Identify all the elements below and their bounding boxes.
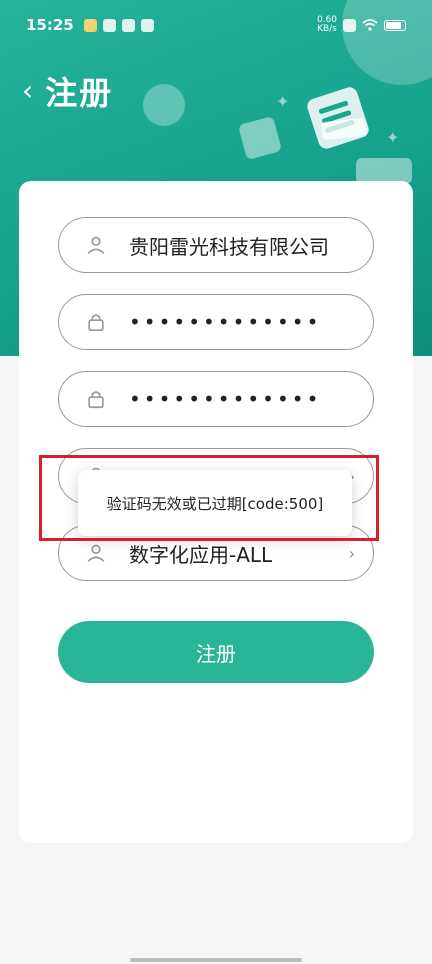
status-bar: 15:25 0.60 KB/s [0,0,432,50]
password-field[interactable]: ••••••••••••• [58,294,374,350]
company-field[interactable]: 贵阳雷光科技有限公司 [58,217,374,273]
network-speed: 0.60 KB/s [316,15,337,34]
register-button[interactable]: 注册 [58,621,374,683]
status-right: 0.60 KB/s [317,16,406,34]
app-notification-icon [121,18,135,32]
app-select-value: 数字化应用-ALL [129,542,273,567]
lock-icon [88,391,104,409]
confirm-password-value: ••••••••••••• [129,387,322,411]
company-value: 贵阳雷光科技有限公司 [129,234,329,259]
decor-card-illustration [237,115,283,161]
chevron-right-icon: › [348,543,355,563]
confirm-password-field[interactable]: ••••••••••••• [58,371,374,427]
password-value: ••••••••••••• [129,310,322,334]
nav-bar: ‹ 注册 [22,68,113,114]
user-icon [87,544,105,562]
sparkle-icon: ✦ [276,92,290,111]
wifi-icon [362,19,378,31]
sim-icon [343,18,356,32]
lock-icon [88,314,104,332]
app-notification-icon [140,18,154,32]
sparkle-icon: ✦ [386,128,400,147]
app-notification-icon [83,18,97,32]
home-indicator [130,958,302,962]
battery-icon [384,19,406,31]
decor-bubble [143,84,185,126]
notification-icons [83,18,154,32]
page-title: 注册 [45,74,114,112]
chevron-left-icon[interactable]: ‹ [22,77,33,105]
highlight-box [39,455,379,541]
app-notification-icon [102,18,116,32]
user-icon [87,236,105,254]
status-time: 15:25 [26,16,74,34]
